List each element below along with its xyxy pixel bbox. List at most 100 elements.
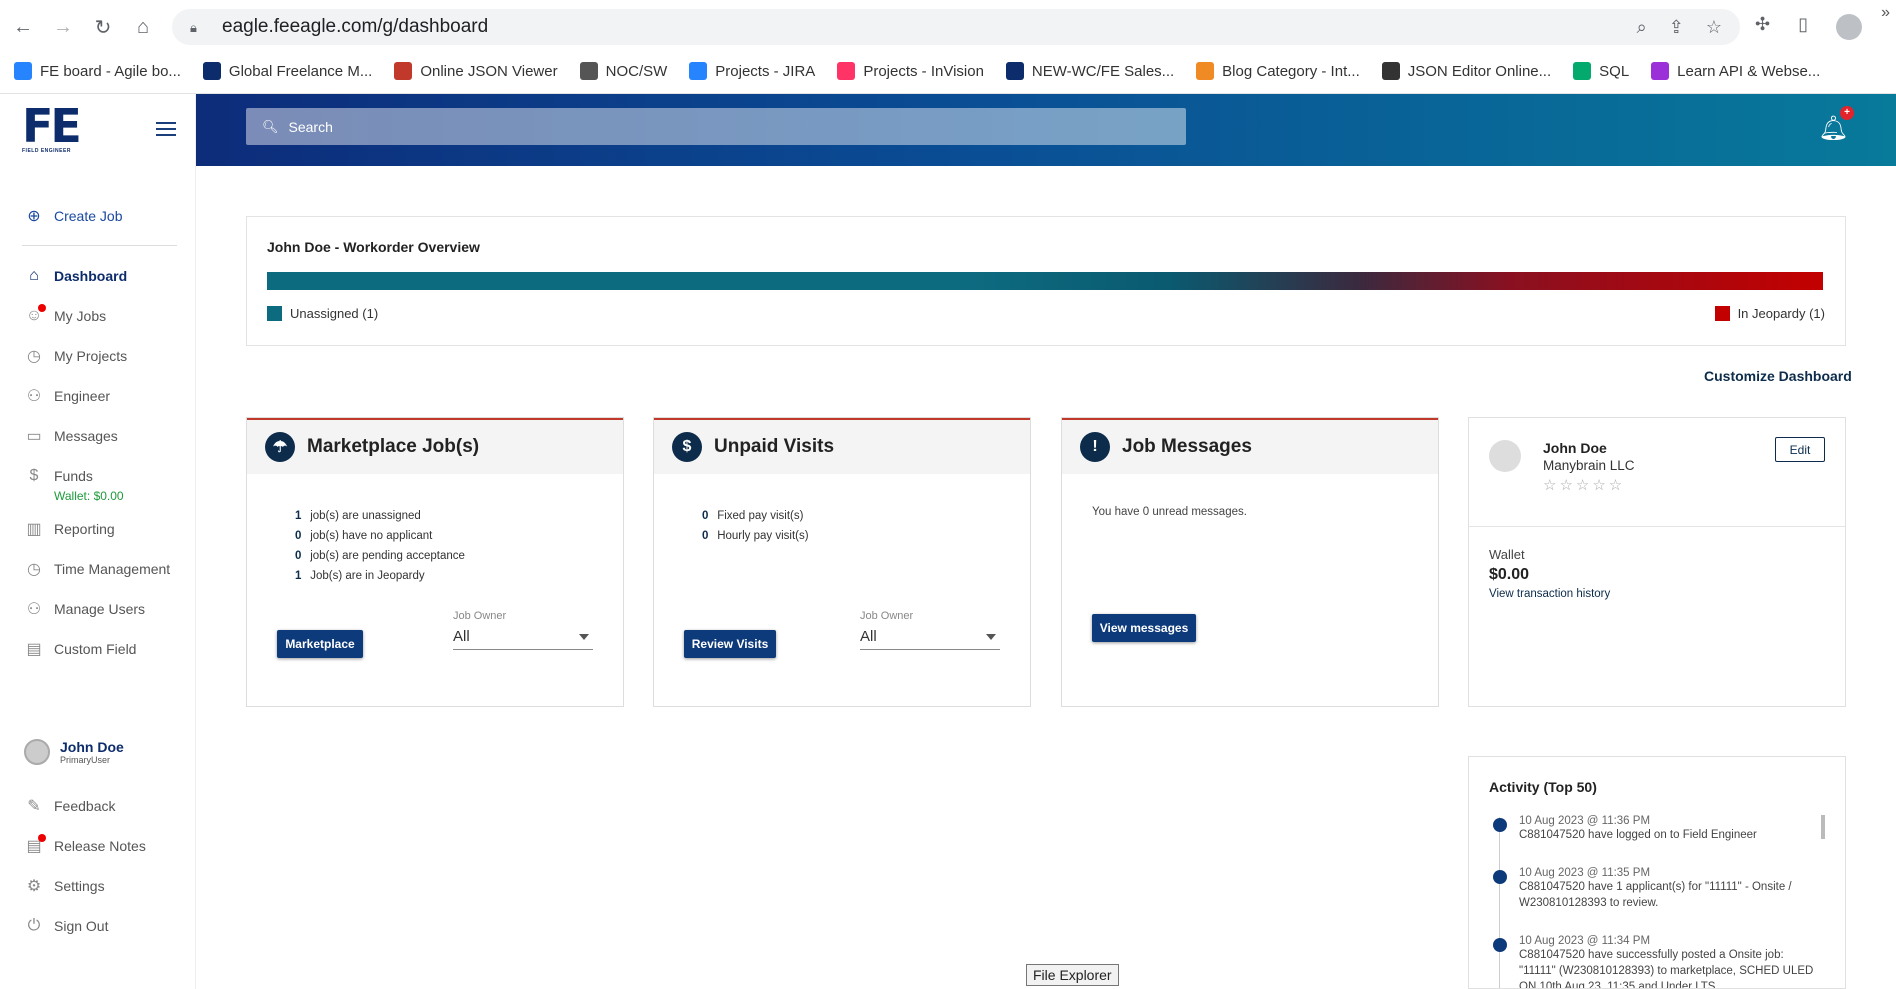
browser-chrome: ← → ↻ ⌂ 🔒︎ eagle.feeagle.com/g/dashboard…	[0, 0, 1896, 94]
job-owner-label: Job Owner	[453, 610, 507, 622]
job-owner-select[interactable]: Job Owner All	[453, 610, 593, 650]
stat-row: 0 job(s) are pending acceptance	[295, 546, 465, 566]
more-bookmarks-icon[interactable]: »	[1881, 4, 1890, 22]
workorder-status-bar[interactable]	[267, 272, 1823, 290]
activity-item: 10 Aug 2023 @ 11:36 PM C881047520 have l…	[1489, 815, 1819, 843]
customize-dashboard-link[interactable]: Customize Dashboard	[1704, 368, 1852, 384]
activity-text: C881047520 have successfully posted a On…	[1519, 949, 1814, 989]
profile-avatar-icon[interactable]	[1836, 14, 1862, 40]
extensions-icon[interactable]: ✣	[1755, 14, 1770, 40]
jira-diamond-icon	[689, 62, 708, 80]
bookmark-item[interactable]: Learn API & Webse...	[1651, 62, 1820, 80]
sidebar-user[interactable]: John Doe PrimaryUser	[24, 739, 124, 765]
sidebar-item-time-management[interactable]: ◷ Time Management	[24, 559, 170, 579]
address-bar[interactable]: 🔒︎ eagle.feeagle.com/g/dashboard ⌕ ⇪ ☆	[172, 9, 1740, 45]
sidebar-item-reporting[interactable]: ▥ Reporting	[24, 519, 114, 539]
workorder-overview-card: John Doe - Workorder Overview Unassigned…	[246, 216, 1846, 346]
w3-icon	[1573, 62, 1592, 80]
create-job-button[interactable]: ⊕ Create Job	[24, 206, 122, 226]
sidebar-item-settings[interactable]: ⚙ Settings	[24, 876, 105, 896]
file-explorer-tooltip: File Explorer	[1026, 964, 1119, 986]
unread-messages-text: You have 0 unread messages.	[1092, 506, 1247, 518]
fe-logo-icon	[202, 62, 221, 80]
sidebar-item-funds[interactable]: $ Funds	[24, 466, 93, 486]
sidebar-item-messages[interactable]: ▭ Messages	[24, 426, 117, 446]
view-transaction-history-link[interactable]: View transaction history	[1489, 588, 1610, 600]
stat-label: Job(s) are in Jeopardy	[310, 570, 425, 582]
jira-diamond-icon	[14, 62, 32, 80]
bookmark-star-icon[interactable]: ☆	[1706, 17, 1722, 38]
sidebar-item-release-notes[interactable]: ▤ Release Notes	[24, 834, 146, 856]
card-header: $ Unpaid Visits	[654, 418, 1030, 474]
bookmark-item[interactable]: FE board - Agile bo...	[14, 62, 181, 80]
users-icon: ⚇	[26, 601, 42, 618]
braces-icon	[1381, 62, 1400, 80]
globe-icon	[579, 62, 598, 80]
forward-arrow-icon[interactable]: →	[50, 14, 76, 40]
json-viewer-icon	[394, 62, 413, 80]
sidebar-item-custom-field[interactable]: ▤ Custom Field	[24, 639, 136, 659]
bookmark-label: SQL	[1599, 62, 1630, 80]
bookmark-item[interactable]: NOC/SW	[579, 62, 667, 80]
activity-item: 10 Aug 2023 @ 11:35 PM C881047520 have 1…	[1489, 867, 1819, 911]
bookmark-item[interactable]: SQL	[1573, 62, 1629, 80]
edit-profile-button[interactable]: Edit	[1775, 437, 1825, 462]
zoom-icon[interactable]: ⌕	[1637, 17, 1647, 38]
side-panel-icon[interactable]: ▯	[1798, 14, 1808, 40]
sidebar-item-label: Time Management	[54, 561, 171, 577]
hamburger-menu-icon[interactable]	[156, 122, 176, 136]
chart-bars-icon: ▥	[26, 521, 42, 538]
back-arrow-icon[interactable]: ←	[10, 14, 36, 40]
rating-stars: ☆☆☆☆☆	[1543, 477, 1626, 494]
profile-name: John Doe	[1543, 440, 1607, 456]
sidebar-item-engineer[interactable]: ⚇ Engineer	[24, 386, 110, 406]
job-owner-select[interactable]: Job Owner All	[860, 610, 1000, 650]
bookmark-label: Global Freelance M...	[228, 62, 373, 80]
sidebar-item-my-jobs[interactable]: ☺ My Jobs	[24, 304, 106, 326]
profile-divider	[1469, 526, 1845, 527]
activity-scrollbar[interactable]	[1821, 815, 1825, 839]
stat-count: 0	[702, 530, 709, 542]
bookmark-item[interactable]: Online JSON Viewer	[394, 62, 558, 80]
menu-kebab-icon[interactable]: ⋮	[1890, 14, 1896, 40]
job-owner-value: All	[860, 628, 877, 645]
sidebar-item-dashboard[interactable]: ⌂ Dashboard	[24, 266, 127, 286]
fe-logo[interactable]: FE FIELD ENGINEER	[22, 103, 82, 156]
timeline-dot	[1493, 938, 1507, 952]
reload-icon[interactable]: ↻	[90, 14, 116, 40]
bookmark-label: Learn API & Webse...	[1677, 62, 1821, 80]
dollar-circle-icon: $	[29, 467, 39, 484]
activity-item: 10 Aug 2023 @ 11:34 PM C881047520 have s…	[1489, 935, 1819, 989]
api-icon	[1651, 62, 1670, 80]
bookmark-label: NEW-WC/FE Sales...	[1031, 62, 1175, 80]
sidebar-item-sign-out[interactable]: ⏻ Sign Out	[24, 916, 109, 936]
clipboard-icon: ▤	[26, 641, 42, 658]
bookmark-item[interactable]: Projects - InVision	[837, 62, 984, 80]
review-visits-button[interactable]: Review Visits	[684, 630, 776, 658]
bookmark-item[interactable]: JSON Editor Online...	[1381, 62, 1551, 80]
view-messages-button[interactable]: View messages	[1092, 614, 1196, 642]
home-icon[interactable]: ⌂	[130, 14, 156, 40]
bookmark-item[interactable]: Blog Category - Int...	[1196, 62, 1360, 80]
sidebar-item-feedback[interactable]: ✎ Feedback	[24, 796, 115, 816]
share-icon[interactable]: ⇪	[1669, 17, 1684, 38]
job-messages-card: ! Job Messages You have 0 unread message…	[1061, 417, 1439, 707]
bookmark-item[interactable]: NEW-WC/FE Sales...	[1005, 62, 1175, 80]
sidebar-item-my-projects[interactable]: ◷ My Projects	[24, 346, 127, 366]
legend-label: Unassigned (1)	[290, 306, 379, 321]
sidebar-item-label: Engineer	[54, 388, 111, 404]
marketplace-button[interactable]: Marketplace	[277, 630, 363, 658]
sidebar-item-label: Release Notes	[54, 838, 146, 854]
bell-icon[interactable]: 🔔︎ +	[1818, 106, 1854, 142]
bookmarks-bar: FE board - Agile bo... Global Freelance M…	[0, 56, 1896, 86]
search-input[interactable]: 🔍︎ Search	[246, 108, 1186, 145]
sidebar-item-label: Manage Users	[54, 601, 146, 617]
activity-title: Activity (Top 50)	[1489, 779, 1597, 795]
home-icon: ⌂	[29, 267, 39, 284]
bookmark-item[interactable]: Projects - JIRA	[689, 62, 815, 80]
card-title: Job Messages	[1122, 436, 1252, 457]
create-job-label: Create Job	[54, 208, 123, 224]
sidebar-item-manage-users[interactable]: ⚇ Manage Users	[24, 599, 145, 619]
bookmark-item[interactable]: Global Freelance M...	[202, 62, 373, 80]
sidebar-item-label: Funds	[54, 468, 93, 484]
